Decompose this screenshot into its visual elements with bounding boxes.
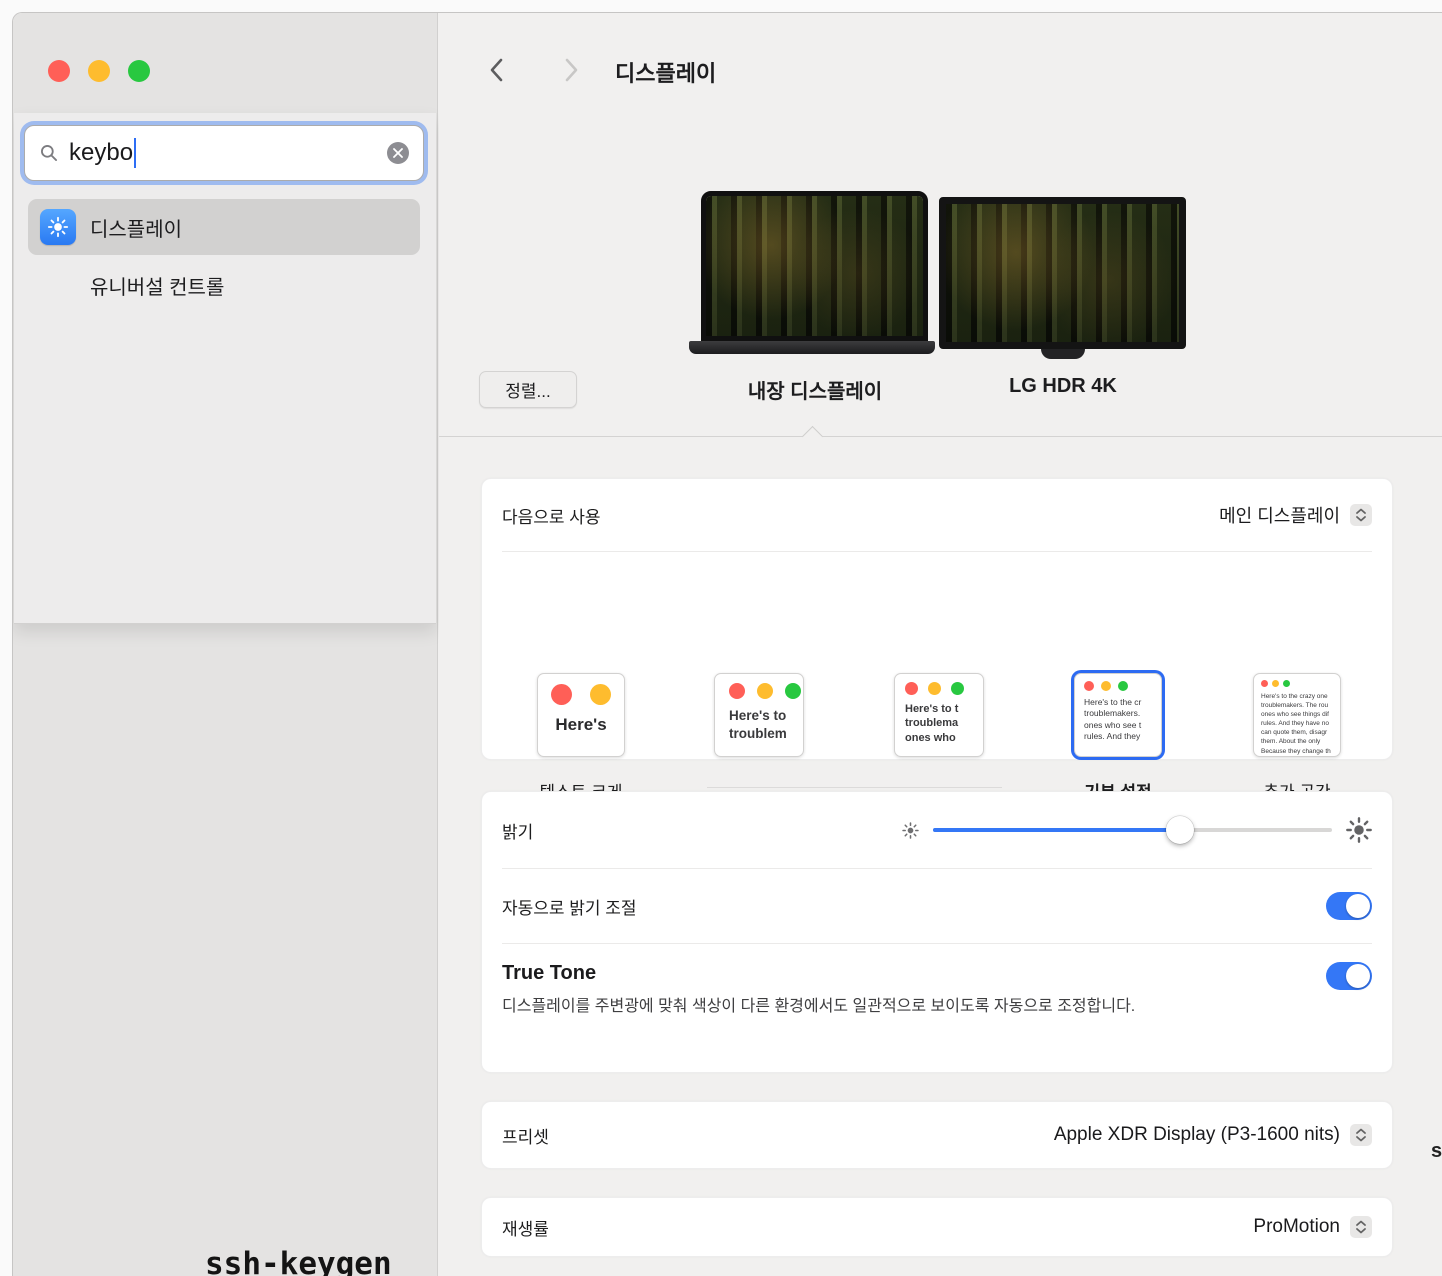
page-title: 디스플레이 xyxy=(615,56,716,88)
back-button[interactable] xyxy=(483,55,513,85)
scaling-options: Here's Here's to troublem Here's to t tr… xyxy=(482,552,1392,760)
display-brightness-icon xyxy=(40,209,76,245)
sun-bright-icon xyxy=(1346,817,1372,843)
mini-preview-text: Here's xyxy=(538,715,624,735)
toggle-knob xyxy=(1346,964,1370,988)
scaling-option-3[interactable]: Here's to t troublema ones who xyxy=(894,673,984,757)
result-label: 유니버설 컨트롤 xyxy=(90,271,224,300)
scaling-option-larger-text[interactable]: Here's xyxy=(537,673,625,757)
mini-traffic-dots xyxy=(538,674,624,705)
text-cursor xyxy=(134,138,136,168)
true-tone-label: True Tone xyxy=(502,962,1135,985)
preset-popup[interactable]: Apple XDR Display (P3-1600 nits) xyxy=(1054,1124,1372,1146)
traffic-lights xyxy=(48,60,150,82)
mini-preview-text: Here's to troublem xyxy=(715,707,803,742)
refresh-rate-label: 재생률 xyxy=(502,1215,549,1240)
scaling-option-default-selected[interactable]: Here's to the cr troublemakers. ones who… xyxy=(1074,673,1162,757)
mini-traffic-dots xyxy=(1075,674,1161,691)
use-as-label: 다음으로 사용 xyxy=(502,503,601,528)
display-thumb-builtin[interactable] xyxy=(701,191,928,341)
resolution-card: 다음으로 사용 메인 디스플레이 Here's xyxy=(481,478,1393,760)
preset-value: Apple XDR Display (P3-1600 nits) xyxy=(1054,1124,1340,1146)
section-divider xyxy=(439,436,1442,437)
scaling-tick-line xyxy=(707,787,1002,788)
search-input[interactable]: keybo xyxy=(24,125,424,181)
monitor-stand xyxy=(1041,349,1085,359)
chevron-updown-icon xyxy=(1350,504,1372,526)
display-settings-pane: 디스플레이 정렬... 내장 디스플레이 LG HDR 4K 다음으로 사용 메… xyxy=(439,13,1442,1276)
sidebar: keybo xyxy=(13,13,438,1276)
true-tone-description: 디스플레이를 주변광에 맞춰 색상이 다른 환경에서도 일관적으로 보이도록 자… xyxy=(502,995,1135,1019)
refresh-rate-popup[interactable]: ProMotion xyxy=(1253,1216,1372,1238)
mini-preview-text: Here's to the cr troublemakers. ones who… xyxy=(1075,697,1161,743)
minimize-button[interactable] xyxy=(88,60,110,82)
search-icon xyxy=(39,143,59,163)
system-settings-window: keybo xyxy=(12,12,1442,1276)
search-results-panel: keybo xyxy=(14,113,436,624)
display-name-lg: LG HDR 4K xyxy=(953,375,1173,398)
brightness-knob[interactable] xyxy=(1166,816,1194,844)
display-thumb-lg-hdr-4k[interactable] xyxy=(939,197,1186,349)
wallpaper-image xyxy=(946,204,1179,342)
search-value: keybo xyxy=(69,139,133,167)
toggle-knob xyxy=(1346,894,1370,918)
refresh-rate-value: ProMotion xyxy=(1253,1216,1340,1238)
background-terminal-text: ssh-keygen xyxy=(205,1246,392,1276)
scaling-option-2[interactable]: Here's to troublem xyxy=(714,673,804,757)
screen: keybo xyxy=(0,0,1442,1276)
laptop-base xyxy=(689,341,935,354)
chevron-updown-icon xyxy=(1350,1216,1372,1238)
true-tone-block: True Tone 디스플레이를 주변광에 맞춰 색상이 다른 환경에서도 일관… xyxy=(502,962,1135,1019)
preset-card: 프리셋 Apple XDR Display (P3-1600 nits) xyxy=(481,1101,1393,1169)
brightness-fill xyxy=(933,828,1180,832)
arrange-button[interactable]: 정렬... xyxy=(479,371,577,408)
close-button[interactable] xyxy=(48,60,70,82)
true-tone-toggle[interactable] xyxy=(1326,962,1372,990)
brightness-card: 밝기 xyxy=(481,791,1393,1073)
wallpaper-image xyxy=(706,196,923,336)
forward-button[interactable] xyxy=(555,55,585,85)
mini-preview-text: Here's to t troublema ones who xyxy=(895,702,983,745)
mini-traffic-dots xyxy=(895,674,983,695)
use-as-value: 메인 디스플레이 xyxy=(1219,502,1340,528)
use-as-popup[interactable]: 메인 디스플레이 xyxy=(1219,502,1372,528)
search-result-display[interactable]: 디스플레이 xyxy=(28,199,420,255)
refresh-rate-card: 재생률 ProMotion xyxy=(481,1197,1393,1257)
mini-preview-text: Here's to the crazy one troublemakers. T… xyxy=(1254,692,1340,756)
zoom-button[interactable] xyxy=(128,60,150,82)
scaling-option-more-space[interactable]: Here's to the crazy one troublemakers. T… xyxy=(1253,673,1341,757)
clear-search-icon[interactable] xyxy=(387,142,409,164)
auto-brightness-toggle[interactable] xyxy=(1326,892,1372,920)
brightness-track[interactable] xyxy=(933,828,1332,832)
brightness-label: 밝기 xyxy=(502,818,533,843)
result-label: 디스플레이 xyxy=(90,213,182,242)
mini-traffic-dots xyxy=(1254,674,1340,687)
brightness-slider xyxy=(902,817,1372,843)
mini-traffic-dots xyxy=(715,674,803,699)
selected-display-pointer xyxy=(802,426,823,447)
chevron-updown-icon xyxy=(1350,1124,1372,1146)
auto-brightness-label: 자동으로 밝기 조절 xyxy=(502,894,637,919)
preset-label: 프리셋 xyxy=(502,1123,549,1148)
display-name-builtin: 내장 디스플레이 xyxy=(705,375,925,404)
background-text-fragment: s xyxy=(1431,1140,1442,1163)
sun-dim-icon xyxy=(902,822,919,839)
search-result-universal-control[interactable]: 유니버설 컨트롤 xyxy=(28,263,420,307)
